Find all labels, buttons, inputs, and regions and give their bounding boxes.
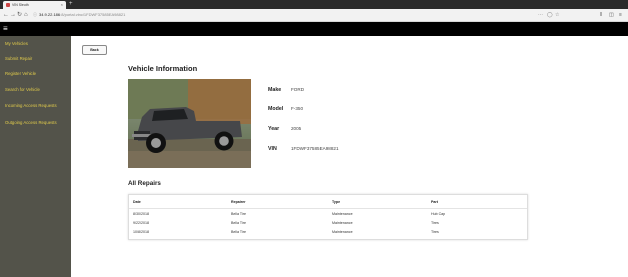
new-tab-button[interactable]: +: [69, 0, 73, 8]
col-header-part: Part: [431, 200, 438, 204]
cell-repairer: Bella Tire: [231, 221, 246, 225]
sidebar-item-submit-repair[interactable]: Submit Repair: [5, 56, 32, 62]
app-header: ≡: [0, 22, 628, 36]
cell-part: Hub Cap: [431, 212, 446, 216]
header-divider: [129, 208, 527, 209]
repairs-table: Date Repairer Type Part 8/30/2018 Bella …: [128, 194, 528, 240]
cell-type: Maintenance: [332, 221, 353, 225]
browser-tab-bar: VIN Sleuth × +: [0, 0, 628, 9]
home-icon[interactable]: ⌂: [24, 11, 28, 19]
col-header-repairer: Repairer: [231, 200, 246, 204]
repairs-heading: All Repairs: [128, 180, 161, 187]
url-path: :8/portal.vinc/1FDWF37585EA98821: [60, 12, 126, 17]
cell-type: Maintenance: [332, 212, 353, 216]
sidebar-item-register-vehicle[interactable]: Register Vehicle: [5, 71, 36, 77]
favicon-icon: [6, 3, 10, 7]
library-icon[interactable]: ‖: [600, 11, 602, 19]
make-label: Make: [268, 87, 282, 93]
cell-part: Tires: [431, 230, 439, 234]
menu-icon[interactable]: ≡: [619, 11, 622, 19]
tab-close-icon[interactable]: ×: [61, 1, 63, 9]
cell-date: 10/8/2018: [133, 230, 149, 234]
back-button[interactable]: Back: [82, 45, 107, 55]
sidebar-item-outgoing-access-requests[interactable]: Outgoing Access Requests: [5, 120, 57, 126]
hamburger-menu-icon[interactable]: ≡: [3, 25, 8, 33]
page-title: Vehicle Information: [128, 64, 198, 73]
year-value: 2005: [291, 126, 302, 131]
col-header-type: Type: [332, 200, 341, 204]
year-label: Year: [268, 126, 280, 132]
cell-part: Tires: [431, 221, 439, 225]
sidebar-item-search-for-vehicle[interactable]: Search for Vehicle: [5, 87, 40, 93]
browser-toolbar: ← → ↻ ⌂ ⓘ 34.9.22.186:8/portal.vinc/1FDW…: [0, 9, 628, 22]
tab-title: VIN Sleuth: [12, 3, 29, 7]
star-icon[interactable]: ☆: [555, 11, 559, 19]
make-value: FORD: [291, 87, 305, 92]
sidebar: My Vehicles Submit Repair Register Vehic…: [0, 36, 71, 277]
col-header-date: Date: [133, 200, 141, 204]
cell-type: Maintenance: [332, 230, 353, 234]
forward-arrow-icon[interactable]: →: [10, 11, 16, 19]
url-text[interactable]: 34.9.22.186:8/portal.vinc/1FDWF37585EA98…: [39, 11, 125, 19]
cell-repairer: Bella Tire: [231, 230, 246, 234]
more-icon[interactable]: ⋯: [538, 11, 543, 19]
cell-date: 8/30/2018: [133, 212, 149, 216]
back-arrow-icon[interactable]: ←: [3, 11, 9, 19]
cell-repairer: Bella Tire: [231, 212, 246, 216]
model-label: Model: [268, 106, 284, 112]
sidebar-icon[interactable]: ◫: [609, 11, 614, 19]
shield-icon[interactable]: ◯: [547, 11, 553, 19]
browser-tab[interactable]: VIN Sleuth ×: [3, 1, 66, 9]
sidebar-item-my-vehicles[interactable]: My Vehicles: [5, 41, 28, 47]
sidebar-item-incoming-access-requests[interactable]: Incoming Access Requests: [5, 103, 57, 109]
model-value: F-350: [291, 106, 304, 111]
url-host: 34.9.22.186: [39, 12, 61, 17]
vehicle-photo: [128, 79, 251, 168]
vin-value: 1FDWF37585EA98821: [291, 146, 339, 151]
lock-icon: ⓘ: [33, 12, 37, 17]
vin-label: VIN: [268, 146, 277, 152]
cell-date: 9/22/2018: [133, 221, 149, 225]
reload-icon[interactable]: ↻: [17, 11, 22, 19]
